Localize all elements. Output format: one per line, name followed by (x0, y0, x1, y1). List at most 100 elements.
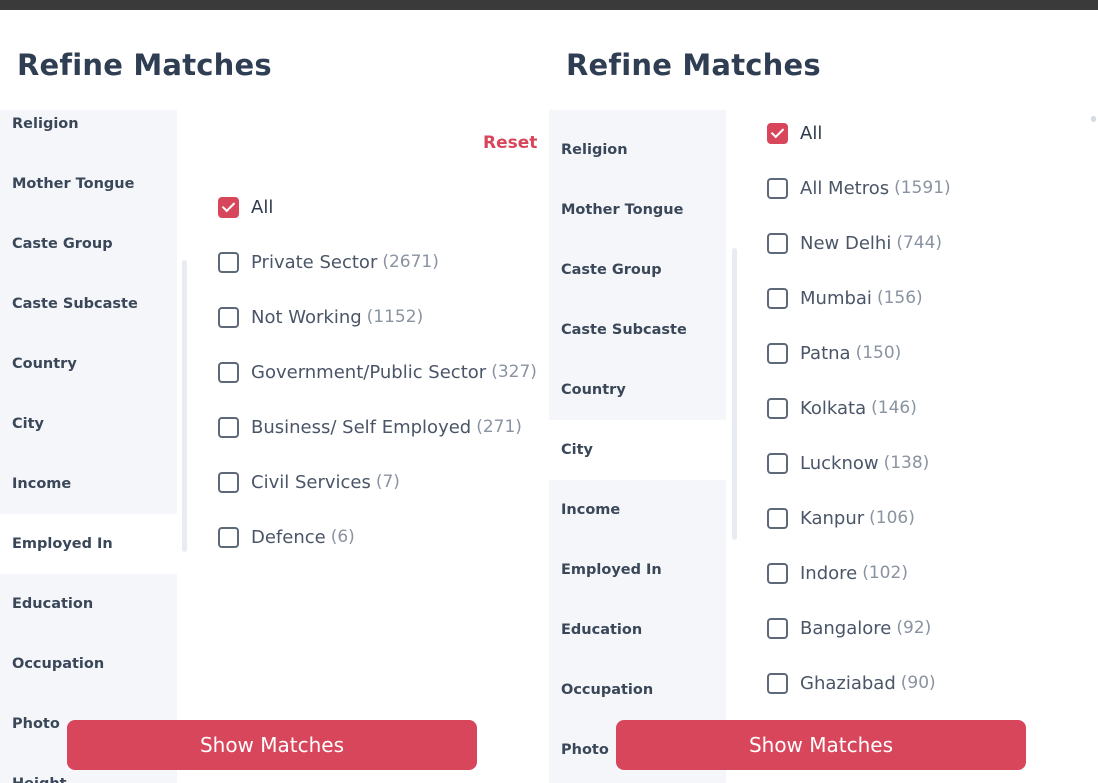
checkbox[interactable] (767, 507, 788, 529)
sidebar-item-mother-tongue[interactable]: Mother Tongue (0, 154, 177, 214)
checkbox[interactable] (767, 397, 788, 419)
checkbox[interactable] (767, 287, 788, 309)
option-new-delhi[interactable]: New Delhi (744) (767, 231, 942, 255)
option-ghaziabad[interactable]: Ghaziabad (90) (767, 671, 936, 695)
option-business-self-employed[interactable]: Business/ Self Employed (271) (218, 415, 522, 439)
checkbox[interactable] (767, 177, 788, 199)
option-indore[interactable]: Indore (102) (767, 561, 908, 585)
checkbox[interactable] (218, 471, 239, 493)
sidebar-item-label: City (561, 442, 593, 458)
refine-panel-left: Refine Matches Religion Mother Tongue Cast… (0, 10, 549, 783)
sidebar-item-employed-in[interactable]: Employed In (549, 540, 726, 600)
sidebar-item-caste-subcaste[interactable]: Caste Subcaste (0, 274, 177, 334)
sidebar-item-label: Religion (561, 142, 628, 158)
option-count: (138) (883, 453, 930, 473)
option-patna[interactable]: Patna (150) (767, 341, 901, 365)
option-label: Indore (800, 562, 858, 584)
option-lucknow[interactable]: Lucknow (138) (767, 451, 929, 475)
option-label: Government/Public Sector (251, 361, 487, 383)
sidebar-item-occupation[interactable]: Occupation (549, 660, 726, 720)
option-count: (92) (896, 618, 932, 638)
sidebar-item-label: Caste Subcaste (12, 296, 138, 312)
checkbox[interactable] (218, 416, 239, 438)
checkbox[interactable] (767, 232, 788, 254)
filter-sidebar: Religion Mother Tongue Caste Group Caste Su… (549, 110, 726, 783)
sidebar-item-label: Photo (561, 742, 609, 758)
checkbox[interactable] (767, 342, 788, 364)
option-civil-services[interactable]: Civil Services (7) (218, 470, 400, 494)
checkbox[interactable] (767, 562, 788, 584)
sidebar-item-label: Occupation (561, 682, 654, 698)
option-count: (146) (871, 398, 917, 418)
checkbox[interactable] (767, 617, 788, 639)
sidebar-item-caste-group[interactable]: Caste Group (0, 214, 177, 274)
option-count: (156) (876, 288, 923, 308)
checkbox[interactable] (767, 452, 788, 474)
option-mumbai[interactable]: Mumbai (156) (767, 286, 923, 310)
option-count: (7) (375, 472, 400, 492)
show-matches-button[interactable]: Show Matches (67, 720, 477, 770)
sidebar-item-education[interactable]: Education (0, 574, 177, 634)
sidebar-item-income[interactable]: Income (0, 454, 177, 514)
option-label: Kanpur (800, 507, 865, 529)
sidebar-item-mother-tongue[interactable]: Mother Tongue (549, 180, 726, 240)
sidebar-item-label: Mother Tongue (12, 176, 135, 192)
sidebar-item-religion[interactable]: Religion (549, 120, 726, 180)
sidebar-item-label: Photo (12, 716, 60, 732)
sidebar-scrollbar[interactable] (182, 260, 187, 552)
option-label: Mumbai (800, 287, 872, 309)
checkbox-checked[interactable] (218, 196, 239, 218)
sidebar-scrollbar[interactable] (732, 248, 737, 540)
sidebar-item-label: Occupation (12, 656, 105, 672)
sidebar-item-label: Caste Group (561, 262, 662, 278)
sidebar-item-employed-in[interactable]: Employed In (0, 514, 177, 574)
option-not-working[interactable]: Not Working (1152) (218, 305, 423, 329)
option-count: (327) (491, 362, 537, 382)
sidebar-item-label: Country (561, 382, 626, 398)
option-all[interactable]: All (218, 195, 273, 219)
sidebar-item-label: Income (561, 502, 621, 518)
sidebar-item-label: Income (12, 476, 72, 492)
option-all[interactable]: All (767, 121, 822, 145)
sidebar-item-caste-group[interactable]: Caste Group (549, 240, 726, 300)
sidebar-item-label: Education (561, 622, 643, 638)
reset-button[interactable]: Reset (483, 133, 537, 153)
sidebar-item-religion[interactable]: Religion (0, 110, 177, 154)
sidebar-item-country[interactable]: Country (549, 360, 726, 420)
sidebar-item-occupation[interactable]: Occupation (0, 634, 177, 694)
sidebar-item-country[interactable]: Country (0, 334, 177, 394)
option-kolkata[interactable]: Kolkata (146) (767, 396, 917, 420)
sidebar-item-city[interactable]: City (549, 420, 726, 480)
show-matches-button[interactable]: Show Matches (616, 720, 1026, 770)
checkbox[interactable] (218, 526, 239, 548)
checkbox[interactable] (218, 251, 239, 273)
option-defence[interactable]: Defence (6) (218, 525, 355, 549)
sidebar-item-label: Education (12, 596, 94, 612)
checkbox[interactable] (218, 306, 239, 328)
option-label: Kolkata (800, 397, 867, 419)
sidebar-item-city[interactable]: City (0, 394, 177, 454)
options-scrollbar[interactable] (1091, 116, 1096, 122)
option-all-metros[interactable]: All Metros (1591) (767, 176, 951, 200)
filter-sidebar: Religion Mother Tongue Caste Group Caste Su… (0, 110, 177, 783)
top-bar-right (549, 0, 1098, 10)
page-title: Refine Matches (17, 48, 272, 82)
option-private-sector[interactable]: Private Sector (2671) (218, 250, 439, 274)
option-label: Lucknow (800, 452, 879, 474)
sidebar-item-education[interactable]: Education (549, 600, 726, 660)
option-label: Patna (800, 342, 851, 364)
sidebar-item-caste-subcaste[interactable]: Caste Subcaste (549, 300, 726, 360)
sidebar-item-label: City (12, 416, 44, 432)
checkbox[interactable] (767, 672, 788, 694)
refine-panel-right: Refine Matches Religion Mother Tongue Cast… (549, 10, 1098, 783)
checkbox[interactable] (218, 361, 239, 383)
checkbox-checked[interactable] (767, 122, 788, 144)
sidebar-item-income[interactable]: Income (549, 480, 726, 540)
option-government-public-sector[interactable]: Government/Public Sector (327) (218, 360, 537, 384)
sidebar-item-label: Mother Tongue (561, 202, 684, 218)
sidebar-item-label: Country (12, 356, 77, 372)
option-count: (1152) (366, 307, 424, 327)
option-count: (271) (476, 417, 522, 437)
option-bangalore[interactable]: Bangalore (92) (767, 616, 931, 640)
option-kanpur[interactable]: Kanpur (106) (767, 506, 915, 530)
